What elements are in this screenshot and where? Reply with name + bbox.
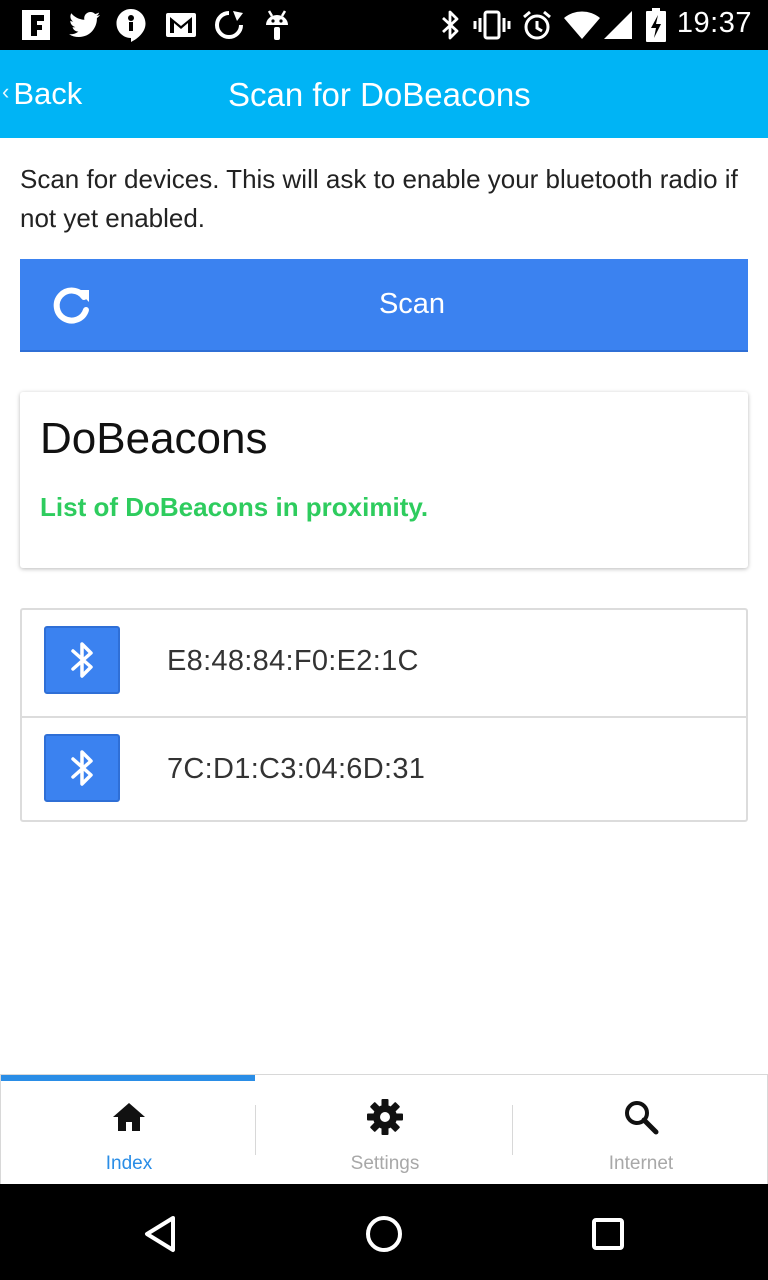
signal-icon: [602, 8, 634, 42]
chevron-left-icon: ‹: [2, 79, 10, 104]
battery-charging-icon: [644, 8, 668, 42]
status-bar: 19:37: [0, 0, 768, 50]
card-title: DoBeacons: [40, 414, 268, 463]
gmail-icon: [164, 8, 198, 42]
back-button[interactable]: ‹ Back: [2, 72, 82, 116]
tab-label: Internet: [608, 1153, 674, 1174]
search-icon: [513, 1097, 768, 1137]
tab-internet[interactable]: Internet: [513, 1075, 768, 1185]
back-label: Back: [13, 76, 83, 111]
status-time: 19:37: [676, 7, 752, 39]
wifi-icon: [562, 8, 602, 42]
sync-icon: [212, 8, 246, 42]
recents-square-icon[interactable]: [586, 1212, 630, 1256]
flipboard-icon: [20, 8, 52, 42]
list-item[interactable]: E8:48:84:F0:E2:1C: [22, 610, 746, 716]
device-address: 7C:D1:C3:04:6D:31: [167, 753, 426, 785]
card-subtitle: List of DoBeacons in proximity.: [40, 492, 429, 522]
tab-settings[interactable]: Settings: [257, 1075, 513, 1185]
intro-text: Scan for devices. This will ask to enabl…: [20, 164, 738, 233]
bluetooth-icon: [44, 626, 120, 694]
bluetooth-icon: [44, 734, 120, 802]
tab-bar: Index Settings Internet: [0, 1074, 768, 1184]
device-list: E8:48:84:F0:E2:1C 7C:D1:C3:04:6D:31: [20, 608, 748, 822]
page-title: Scan for DoBeacons: [228, 76, 531, 113]
bluetooth-icon: [436, 8, 464, 42]
android-icon: [262, 8, 292, 42]
system-nav-bar: [0, 1184, 768, 1280]
list-item[interactable]: 7C:D1:C3:04:6D:31: [22, 716, 746, 822]
nav-bar: ‹ Back Scan for DoBeacons: [0, 50, 768, 138]
home-circle-icon[interactable]: [362, 1212, 406, 1256]
scan-button[interactable]: Scan: [20, 259, 748, 352]
hangouts-icon: [114, 8, 148, 42]
vibrate-icon: [472, 8, 512, 42]
tab-label: Index: [105, 1153, 153, 1174]
alarm-icon: [520, 8, 554, 42]
twitter-icon: [68, 8, 102, 42]
back-triangle-icon[interactable]: [138, 1212, 182, 1256]
device-address: E8:48:84:F0:E2:1C: [167, 645, 419, 677]
tab-label: Settings: [350, 1153, 420, 1174]
scan-label: Scan: [378, 288, 446, 320]
tab-divider: [255, 1105, 256, 1155]
gear-icon: [257, 1097, 513, 1137]
home-icon: [1, 1097, 257, 1137]
dobeacons-card: DoBeacons List of DoBeacons in proximity…: [20, 392, 748, 568]
tab-index[interactable]: Index: [1, 1075, 257, 1185]
